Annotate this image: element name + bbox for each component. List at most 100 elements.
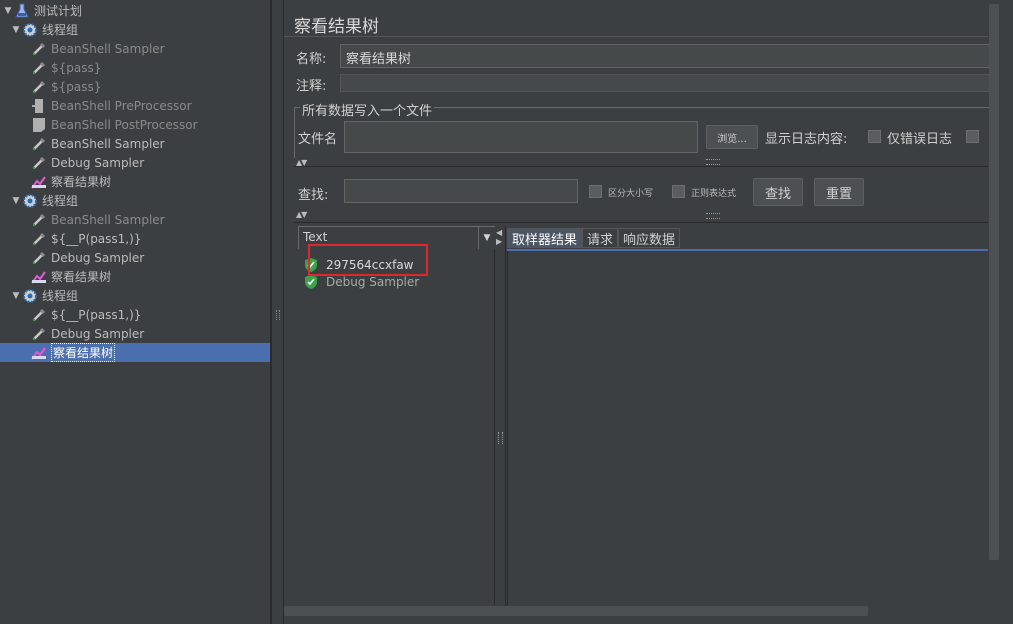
name-field-value: 察看结果树: [346, 52, 412, 67]
panel-title: 察看结果树: [294, 17, 379, 37]
tree-node[interactable]: ▼ 测试计划: [0, 1, 270, 20]
tree-node-label: ${pass}: [51, 60, 102, 75]
splitter-arrows-icon[interactable]: ◀ ▶: [496, 228, 502, 246]
tree-node[interactable]: Debug Sampler: [0, 248, 270, 267]
result-label: Debug Sampler: [326, 275, 420, 289]
tree-node[interactable]: Debug Sampler: [0, 324, 270, 343]
comment-label: 注释:: [296, 79, 327, 94]
regex-label: 正则表达式: [691, 189, 737, 199]
tree-node[interactable]: 察看结果树: [0, 267, 270, 286]
splitter-grip-icon: [498, 432, 503, 444]
tree-node-label: Debug Sampler: [51, 155, 145, 170]
pipette-icon: [31, 155, 47, 171]
highlight-box: [308, 244, 428, 276]
success-shield-icon: [305, 275, 317, 289]
pipette-icon: [31, 231, 47, 247]
tree-node[interactable]: ${pass}: [0, 77, 270, 96]
errors-only-checkbox[interactable]: [868, 130, 881, 143]
tree-node[interactable]: BeanShell Sampler: [0, 39, 270, 58]
search-input[interactable]: [344, 179, 578, 203]
tree-node[interactable]: ${pass}: [0, 58, 270, 77]
tree-node-label: Debug Sampler: [51, 250, 145, 265]
chart-icon: [31, 174, 47, 190]
tree-node-label: BeanShell Sampler: [51, 41, 165, 56]
tree-node-label: BeanShell PreProcessor: [51, 98, 192, 113]
successes-only-checkbox[interactable]: [966, 130, 979, 143]
name-field[interactable]: 察看结果树: [340, 44, 990, 68]
tree-node[interactable]: ${__P(pass1,)}: [0, 229, 270, 248]
file-group-title: 所有数据写入一个文件: [300, 100, 435, 119]
tree-node-label: 察看结果树: [51, 270, 112, 284]
results-splitter[interactable]: ◀ ▶: [495, 226, 506, 606]
flask-icon: [14, 3, 30, 19]
gear-icon: [22, 22, 38, 38]
tree-node-label: BeanShell PostProcessor: [51, 117, 198, 132]
tree-node[interactable]: ▼ 线程组: [0, 191, 270, 210]
tree-node-label: ${__P(pass1,)}: [51, 231, 142, 246]
pipette-icon: [31, 250, 47, 266]
tree-node-label: ${__P(pass1,)}: [51, 307, 142, 322]
comment-field[interactable]: [340, 74, 990, 92]
reset-button[interactable]: 重置: [814, 178, 864, 206]
case-sensitive-label: 区分大小写: [608, 189, 654, 199]
filename-input[interactable]: [344, 121, 698, 153]
tree-node[interactable]: BeanShell Sampler: [0, 134, 270, 153]
tree-node[interactable]: ▼ 线程组: [0, 286, 270, 305]
tree-node[interactable]: ${__P(pass1,)}: [0, 305, 270, 324]
expand-toggle-icon[interactable]: ▼: [10, 291, 22, 301]
tree-node-label: Debug Sampler: [51, 326, 145, 341]
result-tabs: 取样器结果 请求 响应数据: [507, 228, 681, 248]
chart-icon: [31, 345, 47, 361]
split-grip-2-icon[interactable]: [706, 213, 720, 219]
pipette-icon: [31, 41, 47, 57]
expand-toggle-icon[interactable]: ▼: [10, 196, 22, 206]
tree-node-label: 测试计划: [34, 4, 83, 18]
pipette-icon: [31, 212, 47, 228]
tree-node[interactable]: BeanShell PreProcessor: [0, 96, 270, 115]
tree-node[interactable]: 察看结果树: [0, 172, 270, 191]
search-label: 查找:: [298, 188, 329, 203]
tree-node[interactable]: 察看结果树: [0, 343, 270, 362]
postprocessor-icon: [31, 117, 47, 133]
expand-toggle-icon[interactable]: ▼: [2, 6, 14, 16]
expand-toggle-icon[interactable]: ▼: [10, 25, 22, 35]
result-detail-pane: [507, 251, 989, 606]
browse-button[interactable]: 浏览...: [706, 125, 758, 149]
tree-node-label: 线程组: [42, 23, 79, 37]
tree-node[interactable]: BeanShell PostProcessor: [0, 115, 270, 134]
regex-checkbox[interactable]: [672, 185, 685, 198]
case-sensitive-checkbox[interactable]: [589, 185, 602, 198]
renderer-select-value: Text: [303, 230, 328, 244]
name-label: 名称:: [296, 52, 327, 67]
pipette-icon: [31, 307, 47, 323]
gear-icon: [22, 288, 38, 304]
horizontal-scrollbar[interactable]: [284, 606, 868, 616]
pipette-icon: [31, 136, 47, 152]
tree-node[interactable]: BeanShell Sampler: [0, 210, 270, 229]
tree-node[interactable]: ▼ 线程组: [0, 20, 270, 39]
tree-node-label: 察看结果树: [51, 175, 112, 189]
filename-label: 文件名: [298, 132, 338, 147]
tab-response-data[interactable]: 响应数据: [618, 228, 681, 248]
tab-sampler-result[interactable]: 取样器结果: [507, 228, 583, 248]
collapse-arrows-2-icon[interactable]: ▲▼: [296, 210, 307, 219]
errors-only-label: 仅错误日志: [887, 132, 953, 147]
vertical-scrollbar[interactable]: [989, 4, 999, 560]
log-content-label: 显示日志内容:: [765, 132, 848, 147]
tree-node-label: 线程组: [42, 289, 79, 303]
split-pane-divider[interactable]: [271, 0, 284, 624]
tree-node-label: BeanShell Sampler: [51, 136, 165, 151]
split-grip-icon[interactable]: [706, 159, 720, 165]
tree-node-label: 线程组: [42, 194, 79, 208]
chevron-down-icon[interactable]: ▼: [478, 227, 495, 249]
tree-node[interactable]: Debug Sampler: [0, 153, 270, 172]
result-list[interactable]: 297564ccxfaw Debug Sampler: [298, 244, 495, 605]
view-results-tree-panel: 察看结果树 名称: 察看结果树 注释: 所有数据写入一个文件 文件名 浏览...…: [284, 0, 1013, 624]
test-plan-tree[interactable]: ▼ 测试计划 ▼ 线程组 BeanShell Sampler ${pass} ${pass}…: [0, 0, 271, 624]
find-button[interactable]: 查找: [753, 178, 803, 206]
preprocessor-icon: [31, 98, 47, 114]
tree-node-label: BeanShell Sampler: [51, 212, 165, 227]
gear-icon: [22, 193, 38, 209]
tab-request[interactable]: 请求: [582, 228, 619, 248]
chart-icon: [31, 269, 47, 285]
